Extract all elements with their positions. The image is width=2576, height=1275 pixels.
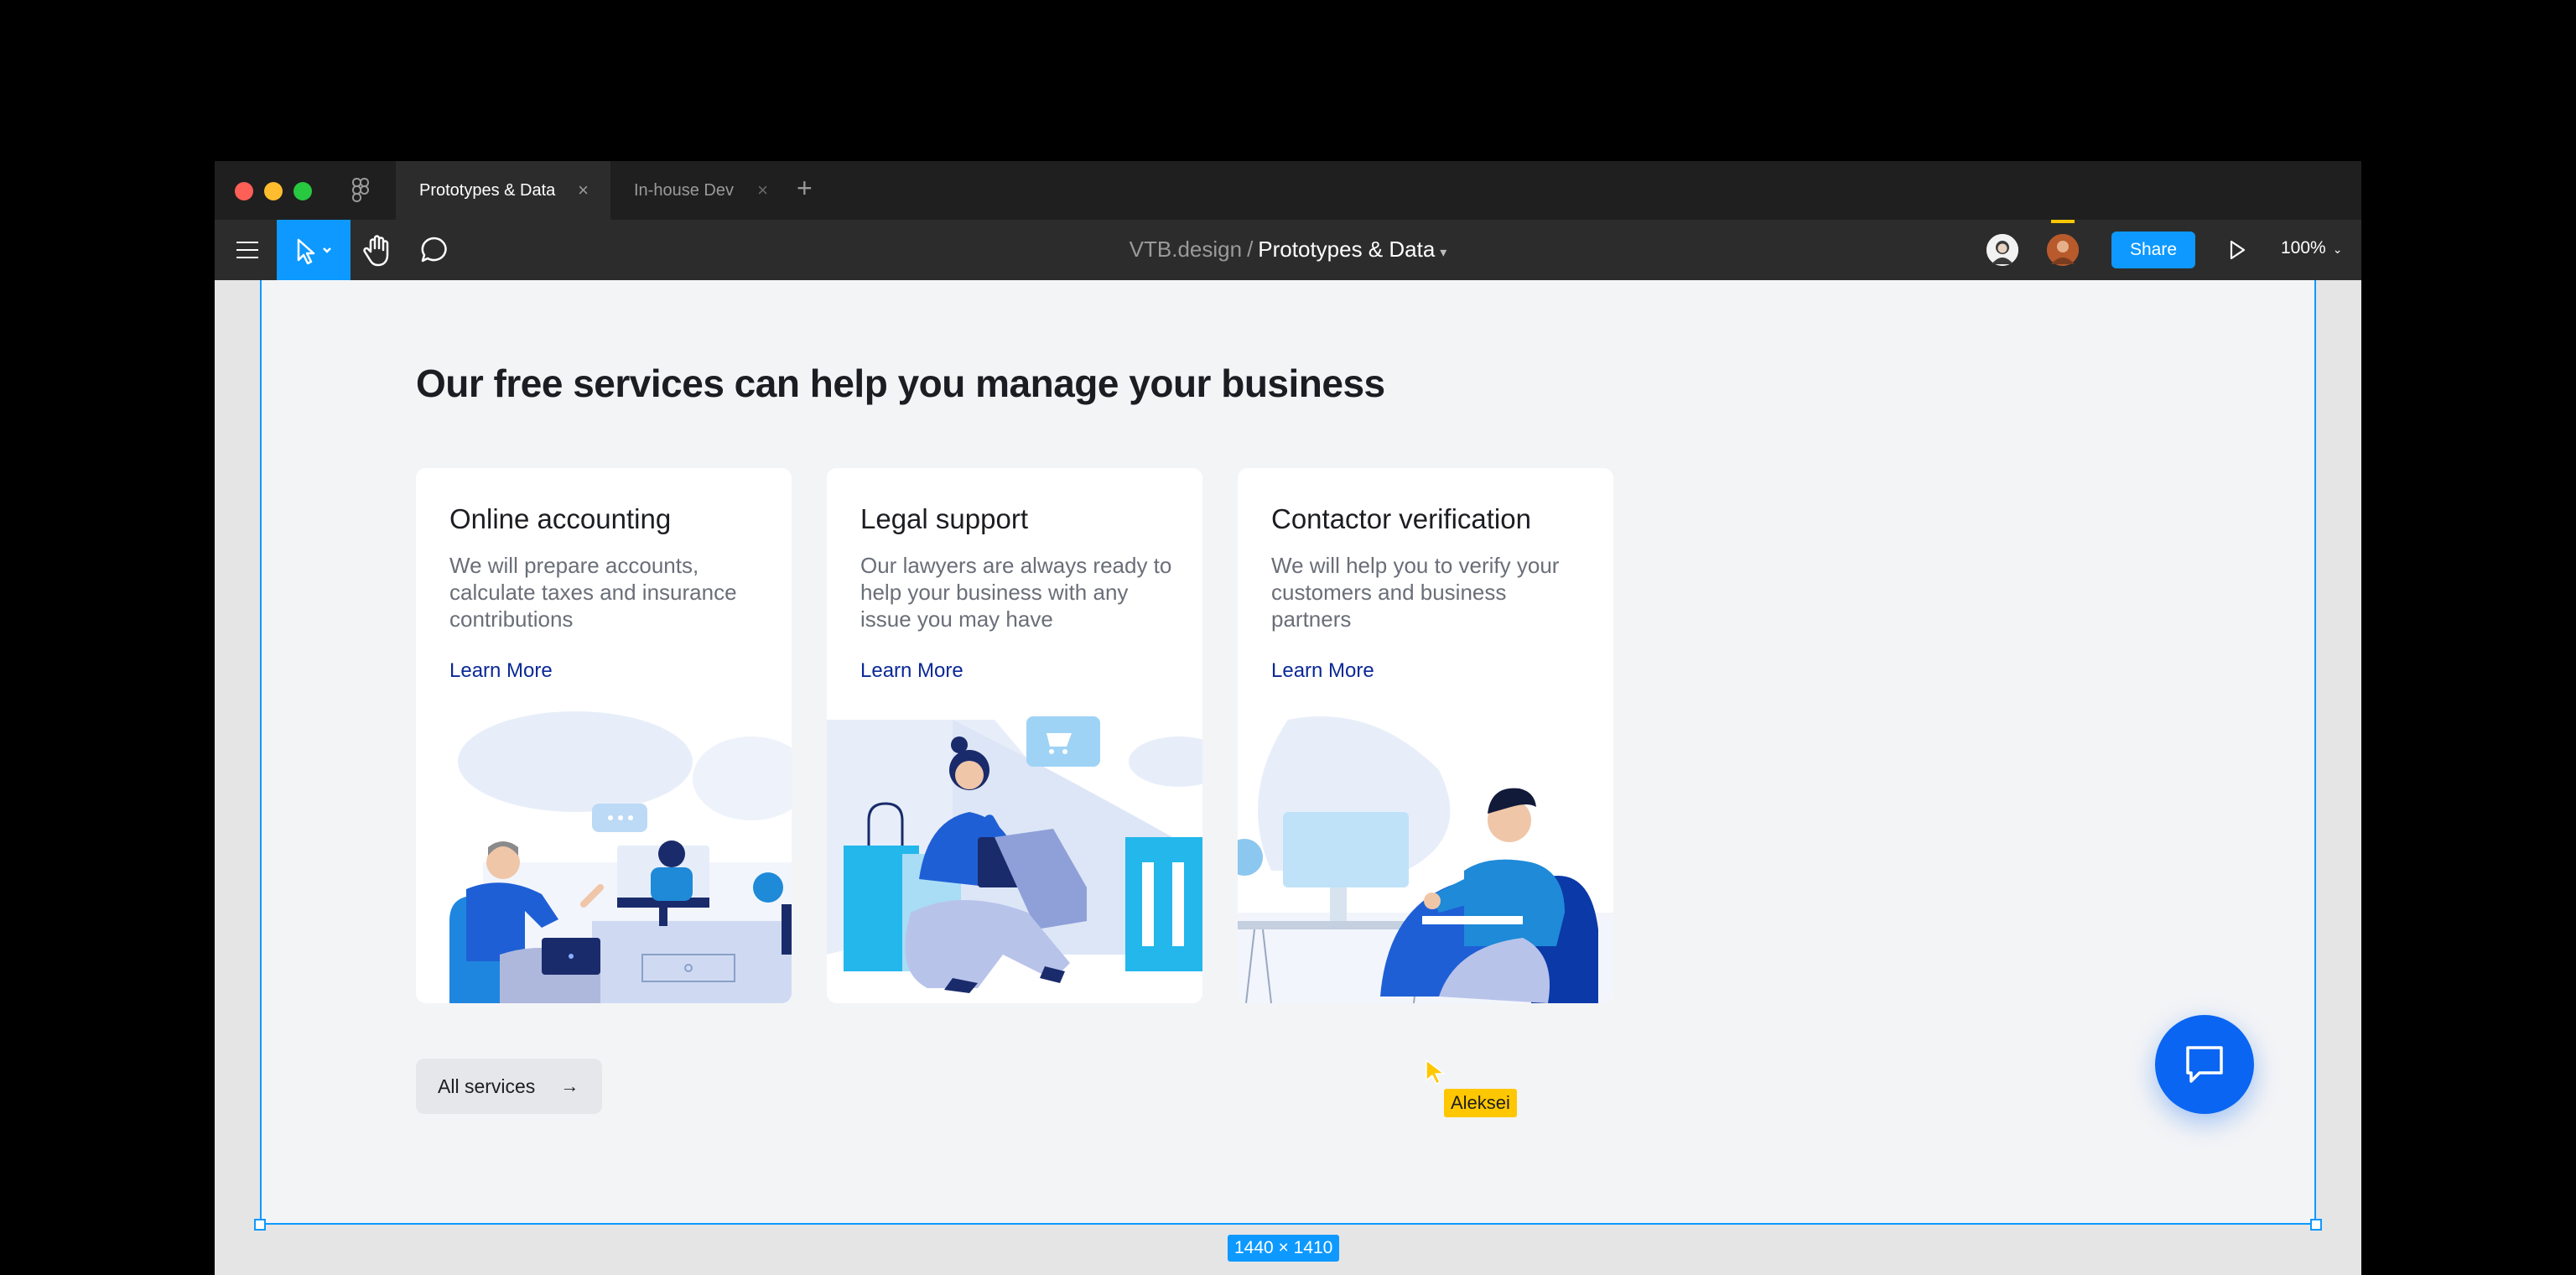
close-tab-icon[interactable]: ×	[757, 180, 768, 201]
close-tab-icon[interactable]: ×	[578, 180, 589, 201]
all-services-label: All services	[438, 1075, 536, 1097]
figma-logo-icon[interactable]	[352, 178, 369, 203]
chevron-down-icon: ⌄	[2332, 242, 2343, 256]
chat-button[interactable]	[2155, 1015, 2254, 1114]
arrow-right-icon: →	[560, 1075, 579, 1096]
verification-illustration	[1238, 716, 1613, 1003]
service-card-legal-support[interactable]: Legal support Our lawyers are always rea…	[827, 468, 1202, 1003]
app-window: Prototypes & Data × In-house Dev × + VTB…	[215, 161, 2361, 1275]
collaborator-cursor-icon	[1426, 1059, 1445, 1085]
card-description: Our lawyers are always ready to help you…	[860, 553, 1172, 632]
chat-bubble-icon	[2186, 1046, 2223, 1083]
card-description: We will help you to verify your customer…	[1271, 553, 1560, 632]
chevron-down-icon[interactable]: ▾	[1440, 246, 1446, 260]
file-name[interactable]: Prototypes & Data	[1258, 237, 1435, 262]
tab-bar: Prototypes & Data × In-house Dev × +	[215, 161, 2361, 220]
tab-in-house-dev[interactable]: In-house Dev ×	[610, 161, 778, 220]
present-play-icon[interactable]	[2227, 238, 2247, 262]
accounting-illustration	[449, 711, 792, 1003]
tab-prototypes-data[interactable]: Prototypes & Data ×	[396, 161, 610, 220]
resize-handle-bottom-right[interactable]	[2310, 1219, 2322, 1231]
active-collaborator-indicator	[2051, 220, 2075, 223]
learn-more-link[interactable]: Learn More	[1271, 659, 1374, 683]
editor-toolbar: VTB.design / Prototypes & Data ▾ Share 100%…	[215, 220, 2361, 280]
project-name[interactable]: VTB.design	[1130, 237, 1242, 262]
card-title: Contactor verification	[1271, 503, 1531, 534]
card-description: We will prepare accounts, calculate taxe…	[449, 553, 737, 632]
service-card-contractor-verification[interactable]: Contactor verification We will help you …	[1238, 468, 1613, 1003]
learn-more-link[interactable]: Learn More	[860, 659, 963, 683]
tab-label: In-house Dev	[634, 180, 734, 200]
file-breadcrumb[interactable]: VTB.design / Prototypes & Data ▾	[215, 237, 2361, 263]
maximize-window-button[interactable]	[293, 182, 312, 200]
design-canvas[interactable]: Our free services can help you manage yo…	[215, 280, 2361, 1275]
selected-frame[interactable]: Our free services can help you manage yo…	[260, 280, 2316, 1225]
collaborator-name-label: Aleksei	[1444, 1089, 1517, 1117]
breadcrumb-separator: /	[1247, 237, 1254, 262]
resize-handle-bottom-left[interactable]	[254, 1219, 266, 1231]
frame-dimensions-badge: 1440 × 1410	[1228, 1235, 1340, 1262]
close-window-button[interactable]	[235, 182, 253, 200]
avatar[interactable]	[1984, 232, 2021, 268]
add-tab-button[interactable]: +	[797, 173, 813, 204]
tab-label: Prototypes & Data	[419, 180, 556, 200]
page-title: Our free services can help you manage yo…	[416, 362, 1385, 405]
service-card-online-accounting[interactable]: Online accounting We will prepare accoun…	[416, 468, 792, 1003]
zoom-dropdown[interactable]: 100% ⌄	[2281, 238, 2342, 258]
card-title: Legal support	[860, 503, 1028, 534]
all-services-button[interactable]: All services →	[416, 1059, 602, 1114]
avatar[interactable]	[2044, 232, 2081, 268]
share-button[interactable]: Share	[2111, 232, 2195, 268]
card-title: Online accounting	[449, 503, 672, 534]
learn-more-link[interactable]: Learn More	[449, 659, 553, 683]
user-portrait-icon	[2047, 234, 2079, 266]
zoom-level: 100%	[2281, 238, 2326, 258]
user-portrait-icon	[1987, 234, 2018, 266]
legal-support-illustration	[827, 716, 1202, 1003]
minimize-window-button[interactable]	[264, 182, 283, 200]
